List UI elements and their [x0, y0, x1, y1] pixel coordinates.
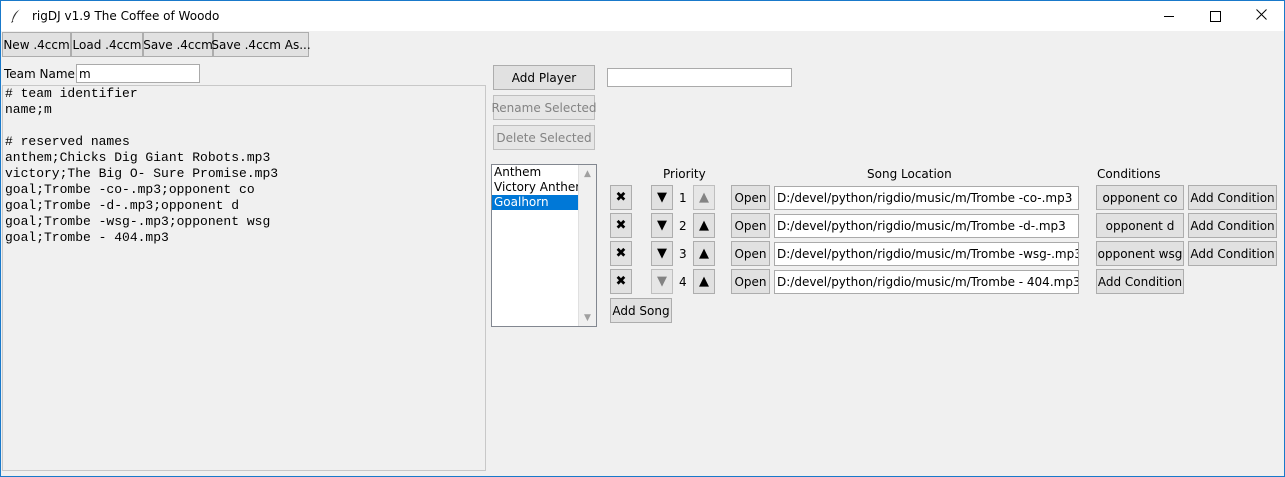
editor-line: goal;Trombe -co-.mp3;opponent co [5, 182, 255, 197]
delete-selected-button[interactable]: Delete Selected [493, 125, 595, 150]
editor-line: victory;The Big O- Sure Promise.mp3 [5, 166, 279, 181]
editor-line: # team identifier [5, 86, 138, 101]
add-song-button[interactable]: Add Song [610, 298, 672, 323]
priority-up-button[interactable]: ▲ [693, 269, 715, 294]
editor-line: anthem;Chicks Dig Giant Robots.mp3 [5, 150, 271, 165]
scroll-up-icon[interactable]: ▲ [579, 165, 596, 182]
team-name-label: Team Name: [4, 67, 79, 81]
player-list-item[interactable]: Goalhorn [492, 195, 578, 210]
priority-up-button[interactable]: ▲ [693, 185, 715, 210]
close-button[interactable] [1238, 1, 1284, 31]
song-location-input[interactable]: D:/devel/python/rigdio/music/m/Trombe -d… [774, 214, 1079, 238]
priority-value: 2 [679, 219, 687, 233]
priority-header: Priority [663, 167, 706, 181]
editor-line: # reserved names [5, 134, 130, 149]
player-name-input[interactable] [607, 68, 792, 87]
minimize-button[interactable] [1146, 1, 1192, 31]
player-list-scrollbar[interactable]: ▲ ▼ [578, 165, 596, 326]
editor-line: goal;Trombe - 404.mp3 [5, 230, 169, 245]
song-location-input[interactable]: D:/devel/python/rigdio/music/m/Trombe -c… [774, 186, 1079, 210]
add-player-button[interactable]: Add Player [493, 65, 595, 90]
priority-down-button[interactable]: ▼ [651, 241, 673, 266]
condition-button[interactable]: opponent co [1096, 185, 1184, 210]
open-song-button[interactable]: Open [731, 241, 770, 266]
player-list-item[interactable]: Anthem [492, 165, 578, 180]
remove-song-button[interactable]: ✖ [610, 213, 632, 238]
open-song-button[interactable]: Open [731, 269, 770, 294]
config-text-editor[interactable]: # team identifier name;m # reserved names a… [2, 85, 486, 471]
player-list-item[interactable]: Victory Anthem [492, 180, 578, 195]
new-file-button[interactable]: New .4ccm [2, 32, 71, 57]
remove-song-button[interactable]: ✖ [610, 241, 632, 266]
priority-value: 3 [679, 247, 687, 261]
save-as-button[interactable]: Save .4ccm As... [211, 32, 311, 57]
title-bar: rigDJ v1.9 The Coffee of Woodo [1, 1, 1284, 31]
maximize-button[interactable] [1192, 1, 1238, 31]
app-window: rigDJ v1.9 The Coffee of Woodo New .4ccm… [0, 0, 1285, 477]
maximize-icon [1209, 10, 1221, 22]
editor-line: goal;Trombe -d-.mp3;opponent d [5, 198, 240, 213]
conditions-header: Conditions [1097, 167, 1161, 181]
priority-value: 1 [679, 191, 687, 205]
remove-song-button[interactable]: ✖ [610, 269, 632, 294]
priority-up-button[interactable]: ▲ [693, 213, 715, 238]
close-icon [1255, 9, 1267, 23]
player-listbox[interactable]: Anthem Victory Anthem Goalhorn ▲ ▼ [491, 164, 597, 327]
minimize-icon [1164, 15, 1174, 17]
priority-down-button[interactable]: ▼ [651, 185, 673, 210]
scroll-down-icon[interactable]: ▼ [579, 309, 596, 326]
song-location-input[interactable]: D:/devel/python/rigdio/music/m/Trombe -w… [774, 242, 1079, 266]
remove-song-button[interactable]: ✖ [610, 185, 632, 210]
add-condition-button[interactable]: Add Condition [1188, 185, 1277, 210]
add-condition-button[interactable]: Add Condition [1188, 241, 1277, 266]
condition-button[interactable]: opponent d [1096, 213, 1184, 238]
priority-up-button[interactable]: ▲ [693, 241, 715, 266]
priority-value: 4 [679, 275, 687, 289]
open-song-button[interactable]: Open [731, 185, 770, 210]
song-location-header: Song Location [867, 167, 952, 181]
save-file-button[interactable]: Save .4ccm [143, 32, 213, 57]
rename-selected-button[interactable]: Rename Selected [491, 95, 597, 120]
add-condition-button[interactable]: Add Condition [1188, 213, 1277, 238]
load-file-button[interactable]: Load .4ccm [71, 32, 143, 57]
editor-line: name;m [5, 102, 52, 117]
add-condition-button[interactable]: Add Condition [1096, 269, 1184, 294]
song-location-input[interactable]: D:/devel/python/rigdio/music/m/Trombe - … [774, 270, 1079, 294]
team-name-input[interactable]: m [76, 64, 200, 83]
priority-down-button[interactable]: ▼ [651, 269, 673, 294]
editor-line: goal;Trombe -wsg-.mp3;opponent wsg [5, 214, 271, 229]
open-song-button[interactable]: Open [731, 213, 770, 238]
condition-button[interactable]: opponent wsg [1096, 241, 1184, 266]
quill-icon [9, 8, 23, 24]
window-title: rigDJ v1.9 The Coffee of Woodo [32, 9, 220, 23]
priority-down-button[interactable]: ▼ [651, 213, 673, 238]
